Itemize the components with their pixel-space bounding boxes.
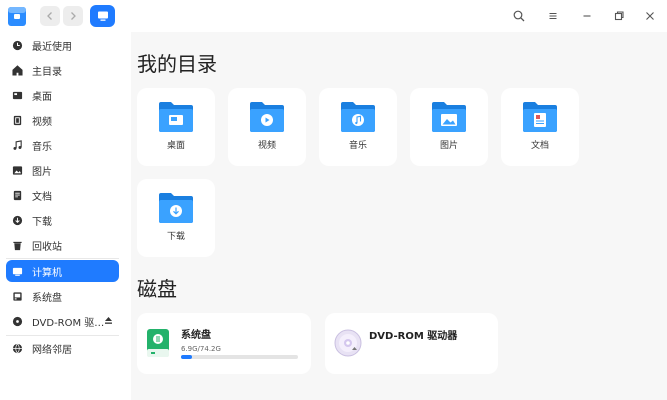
video-icon: [11, 114, 23, 126]
chevron-left-icon: [47, 12, 52, 20]
sidebar-item-label: DVD-ROM 驱…: [32, 317, 105, 329]
folder-card-downloads[interactable]: 下载: [137, 179, 215, 257]
back-button[interactable]: [40, 6, 60, 26]
computer-icon: [11, 265, 23, 277]
sidebar-item-trash[interactable]: 回收站: [6, 234, 119, 256]
minimize-button[interactable]: [577, 6, 597, 26]
sidebar-item-label: 桌面: [32, 91, 52, 103]
sidebar-divider: [6, 258, 119, 259]
sidebar-item-recent[interactable]: 最近使用: [6, 34, 119, 56]
disk-card-dvd[interactable]: DVD-ROM 驱动器: [325, 313, 498, 374]
dvd-icon: [11, 315, 23, 327]
folder-card-video[interactable]: 视频: [228, 88, 306, 166]
system-disk-icon: [147, 329, 169, 357]
video-folder-icon: [250, 102, 284, 132]
sidebar-item-documents[interactable]: 文档: [6, 184, 119, 206]
sidebar-item-label: 文档: [32, 191, 52, 203]
disk-usage-bar: [181, 355, 298, 359]
desktop-icon: [11, 89, 23, 101]
sidebar-item-label: 视频: [32, 116, 52, 128]
disk-usage-fill: [181, 355, 192, 359]
sidebar-item-music[interactable]: 音乐: [6, 134, 119, 156]
my-directories-title: 我的目录: [137, 52, 217, 76]
dvd-disc-icon: [334, 329, 362, 357]
sidebar-item-label: 回收站: [32, 241, 62, 253]
forward-button[interactable]: [63, 6, 83, 26]
sidebar-item-label: 计算机: [32, 267, 62, 279]
sidebar-item-label: 音乐: [32, 141, 52, 153]
folder-card-music[interactable]: 音乐: [319, 88, 397, 166]
sidebar-item-label: 系统盘: [32, 292, 62, 304]
sidebar-item-desktop[interactable]: 桌面: [6, 84, 119, 106]
music-folder-icon: [341, 102, 375, 132]
close-button[interactable]: [640, 6, 660, 26]
document-icon: [11, 189, 23, 201]
menu-icon: [549, 12, 557, 20]
maximize-button[interactable]: [609, 6, 629, 26]
clock-icon: [11, 39, 23, 51]
sidebar-item-network[interactable]: 网络邻居: [6, 337, 119, 359]
chevron-right-icon: [71, 12, 76, 20]
computer-view-button[interactable]: [90, 5, 115, 27]
folder-card-documents[interactable]: 文档: [501, 88, 579, 166]
trash-icon: [11, 239, 23, 251]
sidebar-item-home[interactable]: 主目录: [6, 59, 119, 81]
sidebar-item-dvd[interactable]: DVD-ROM 驱…: [6, 310, 119, 332]
folder-label: 音乐: [348, 141, 367, 151]
minimize-icon: [583, 15, 591, 17]
folder-label: 下载: [166, 232, 185, 242]
home-icon: [11, 64, 23, 76]
sidebar-item-system-disk[interactable]: 系统盘: [6, 285, 119, 307]
disk-card-system[interactable]: 系统盘 6.9G/74.2G: [137, 313, 311, 374]
eject-icon[interactable]: [104, 316, 113, 325]
close-icon: [646, 12, 654, 20]
monitor-icon: [97, 11, 108, 21]
sidebar-item-pictures[interactable]: 图片: [6, 159, 119, 181]
picture-folder-icon: [432, 102, 466, 132]
sidebar: 最近使用 主目录 桌面 视频 音乐 图片 文档 下载 回收站 计算机 系统盘 D…: [0, 32, 131, 400]
titlebar: [0, 0, 667, 32]
sidebar-item-label: 最近使用: [32, 41, 72, 53]
sidebar-item-label: 下载: [32, 216, 52, 228]
folder-card-pictures[interactable]: 图片: [410, 88, 488, 166]
folder-label: 文档: [530, 141, 549, 151]
music-icon: [11, 139, 23, 151]
search-icon: [513, 10, 525, 22]
sidebar-divider: [6, 335, 119, 336]
folder-label: 视频: [257, 141, 276, 151]
disk-name: 系统盘: [181, 330, 211, 341]
download-folder-icon: [159, 193, 193, 223]
picture-icon: [11, 164, 23, 176]
sidebar-item-label: 主目录: [32, 66, 62, 78]
folder-label: 桌面: [166, 141, 185, 151]
sidebar-item-computer[interactable]: 计算机: [6, 260, 119, 282]
download-icon: [11, 214, 23, 226]
sidebar-item-downloads[interactable]: 下载: [6, 209, 119, 231]
disk-icon: [11, 290, 23, 302]
restore-icon: [614, 11, 624, 21]
sidebar-item-label: 网络邻居: [32, 344, 72, 356]
network-icon: [11, 342, 23, 354]
search-button[interactable]: [509, 6, 529, 26]
disk-name: DVD-ROM 驱动器: [369, 331, 458, 342]
sidebar-item-label: 图片: [32, 166, 52, 178]
file-manager-logo-icon: [6, 4, 28, 28]
folder-card-desktop[interactable]: 桌面: [137, 88, 215, 166]
desktop-folder-icon: [159, 102, 193, 132]
folder-label: 图片: [439, 141, 458, 151]
disk-size: 6.9G/74.2G: [181, 345, 221, 353]
document-folder-icon: [523, 102, 557, 132]
menu-button[interactable]: [543, 6, 563, 26]
disks-title: 磁盘: [137, 277, 177, 301]
sidebar-item-video[interactable]: 视频: [6, 109, 119, 131]
